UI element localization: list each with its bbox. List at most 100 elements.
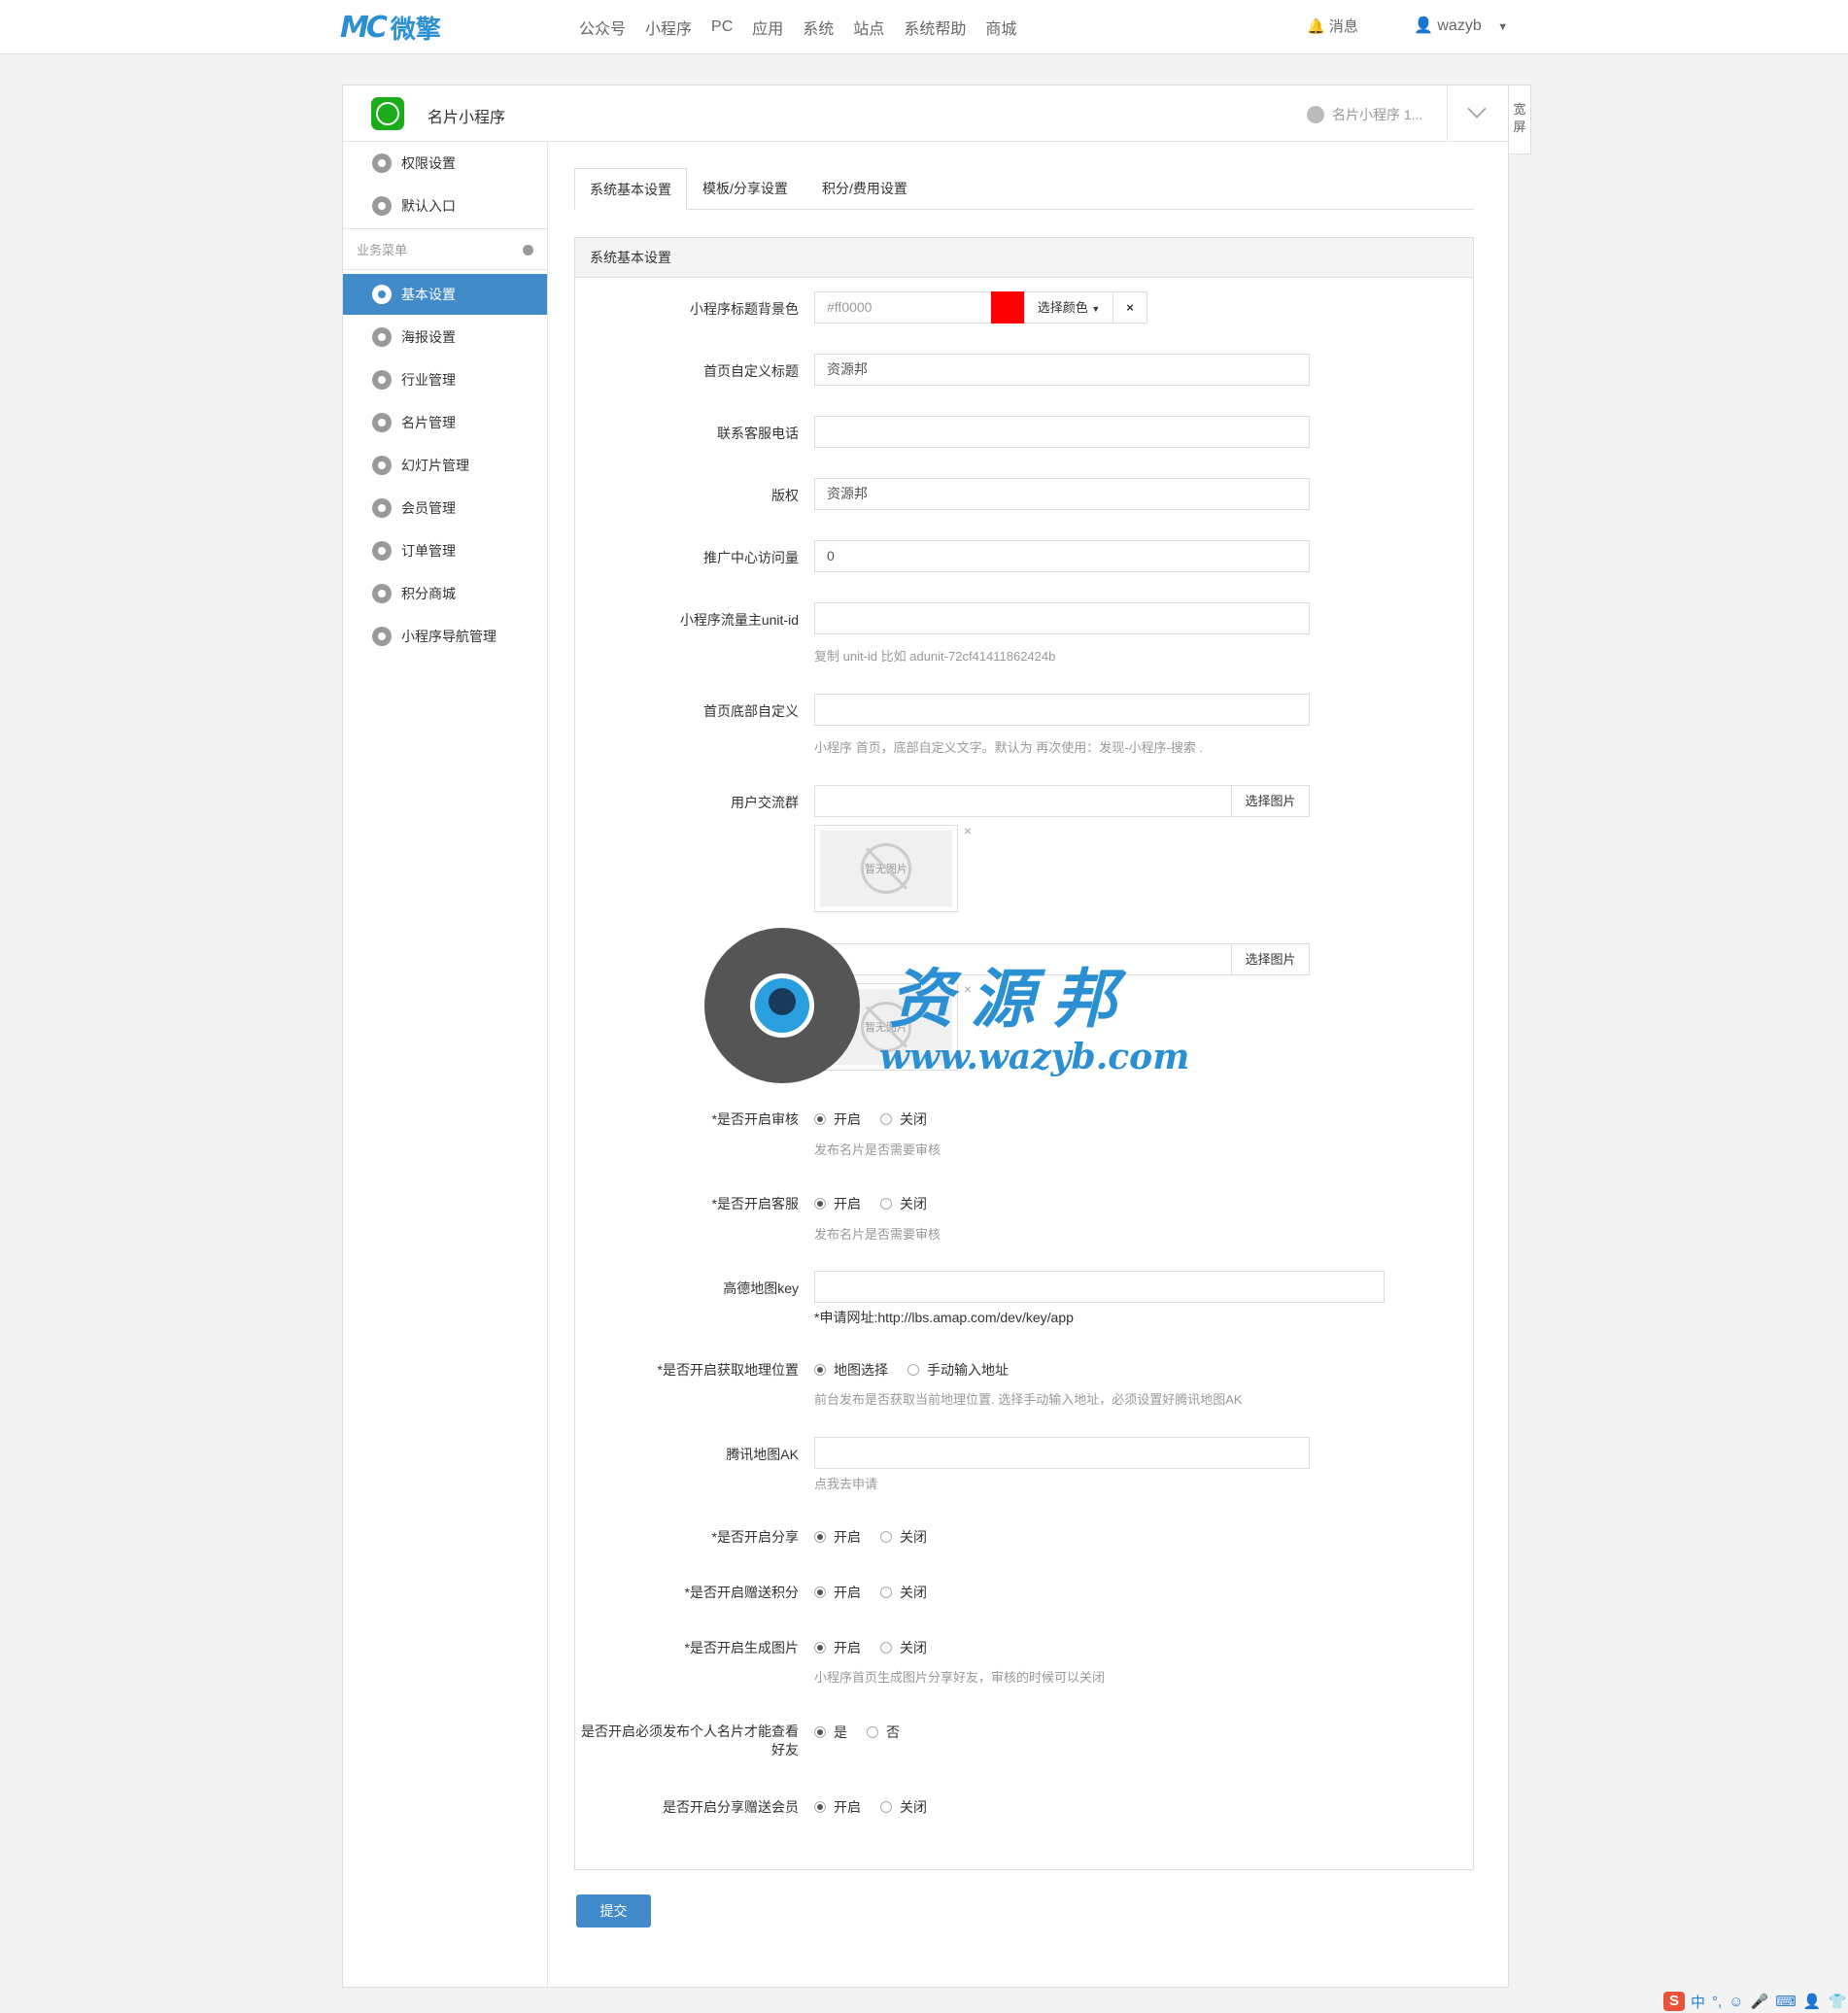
nav-site[interactable]: 站点 <box>853 16 884 39</box>
caret-down-icon: ▼ <box>1497 21 1509 33</box>
group-image-input[interactable] <box>814 785 1232 817</box>
link-icon <box>1307 106 1324 123</box>
nav-official-account[interactable]: 公众号 <box>579 16 626 39</box>
member-on-radio[interactable] <box>814 1801 826 1813</box>
share-on-label: 开启 <box>834 1529 861 1545</box>
service-off-label: 关闭 <box>900 1196 927 1211</box>
ime-mic-icon[interactable]: 🎤 <box>1751 1993 1769 2010</box>
phone-input[interactable] <box>814 416 1310 448</box>
ime-emoji-icon[interactable]: ☺ <box>1728 1994 1743 2010</box>
member-off-radio[interactable] <box>880 1801 892 1813</box>
service-on-radio[interactable] <box>814 1198 826 1210</box>
tencent-apply-link[interactable]: 点我去申请 <box>814 1474 877 1492</box>
visits-input[interactable]: 0 <box>814 540 1310 572</box>
share-off-radio[interactable] <box>880 1531 892 1543</box>
review-on-label: 开启 <box>834 1111 861 1127</box>
group-choose-image-button[interactable]: 选择图片 <box>1231 785 1310 817</box>
chevron-down-icon[interactable] <box>1467 99 1487 119</box>
image-gen-on-radio[interactable] <box>814 1642 826 1654</box>
phone-label: 联系客服电话 <box>717 426 799 441</box>
footer-input[interactable] <box>814 694 1310 726</box>
sidebar-item-cards[interactable]: 名片管理 <box>343 402 547 443</box>
settings-tabs: 系统基本设置 模板/分享设置 积分/费用设置 <box>574 168 1474 210</box>
share-off-label: 关闭 <box>900 1529 927 1545</box>
nav-help[interactable]: 系统帮助 <box>904 16 966 39</box>
sogou-icon[interactable]: S <box>1663 1992 1685 2011</box>
top-nav: 公众号 小程序 PC 应用 系统 站点 系统帮助 商城 <box>579 0 1036 53</box>
sidebar-item-label: 幻灯片管理 <box>401 458 469 473</box>
logo-text: 微擎 <box>390 14 441 44</box>
ime-tray: S 中 °, ☺ 🎤 ⌨ 👤 👕 <box>1663 1990 1848 2013</box>
points-off-radio[interactable] <box>880 1587 892 1598</box>
submit-button[interactable]: 提交 <box>576 1894 651 1928</box>
nav-pc[interactable]: PC <box>711 18 733 36</box>
watermark-gear-icon <box>704 928 860 1083</box>
clear-color-button[interactable]: × <box>1112 291 1147 324</box>
ime-keyboard-icon[interactable]: ⌨ <box>1775 1993 1797 2010</box>
review-on-radio[interactable] <box>814 1113 826 1125</box>
review-off-label: 关闭 <box>900 1111 927 1127</box>
card-required-no-radio[interactable] <box>867 1726 878 1738</box>
sidebar-item-default-entry[interactable]: 默认入口 <box>343 186 547 226</box>
copyright-input[interactable]: 资源邦 <box>814 478 1310 510</box>
tab-basic-settings[interactable]: 系统基本设置 <box>574 168 687 210</box>
review-off-radio[interactable] <box>880 1113 892 1125</box>
card-required-yes-radio[interactable] <box>814 1726 826 1738</box>
choose-color-button[interactable]: 选择颜色 ▼ <box>1024 291 1113 324</box>
ime-chinese-toggle[interactable]: 中 <box>1691 1992 1705 2012</box>
service-off-radio[interactable] <box>880 1198 892 1210</box>
unit-id-label: 小程序流量主unit-id <box>679 612 799 628</box>
sidebar-item-members[interactable]: 会员管理 <box>343 488 547 529</box>
card-required-label-line1: 是否开启必须发布个人名片才能查看 <box>581 1723 799 1739</box>
sidebar-item-slides[interactable]: 幻灯片管理 <box>343 445 547 486</box>
official-choose-image-button[interactable]: 选择图片 <box>1231 943 1310 975</box>
sidebar-item-navigation[interactable]: 小程序导航管理 <box>343 616 547 657</box>
location-manual-label: 手动输入地址 <box>927 1362 1009 1378</box>
user-menu[interactable]: 👤 wazyb ▼ <box>1414 16 1508 35</box>
nav-apps[interactable]: 应用 <box>752 16 783 39</box>
image-gen-off-radio[interactable] <box>880 1642 892 1654</box>
ime-punct-icon[interactable]: °, <box>1712 1994 1722 2010</box>
sidebar-item-industry[interactable]: 行业管理 <box>343 359 547 400</box>
settings-icon[interactable] <box>523 245 533 256</box>
points-on-radio[interactable] <box>814 1587 826 1598</box>
amap-input[interactable] <box>814 1271 1385 1303</box>
nav-mini-program[interactable]: 小程序 <box>645 16 692 39</box>
header-divider <box>1447 85 1448 141</box>
unit-id-input[interactable] <box>814 602 1310 634</box>
watermark-overlay: 资源邦 www.wazyb.com <box>704 928 1189 1088</box>
sidebar-item-basic-settings[interactable]: 基本设置 <box>343 274 547 315</box>
tab-points-fees[interactable]: 积分/费用设置 <box>807 168 922 209</box>
member-radio-group: 开启 关闭 <box>814 1797 946 1817</box>
group-image-label: 用户交流群 <box>731 795 799 810</box>
color-swatch[interactable] <box>991 291 1024 324</box>
sidebar: 权限设置 默认入口 业务菜单 基本设置 海报设置 行业管理 名片管理 幻灯片管理… <box>343 141 548 1987</box>
messages-label: 消息 <box>1328 18 1358 35</box>
tab-template-share[interactable]: 模板/分享设置 <box>688 168 803 209</box>
sidebar-item-poster-settings[interactable]: 海报设置 <box>343 317 547 358</box>
nav-system[interactable]: 系统 <box>803 16 834 39</box>
ime-skin-icon[interactable]: 👕 <box>1829 1993 1847 2010</box>
sidebar-item-label: 积分商城 <box>401 586 456 601</box>
sidebar-item-permissions[interactable]: 权限设置 <box>343 143 547 184</box>
watermark-title: 资源邦 <box>889 961 1134 1037</box>
tencent-input[interactable] <box>814 1437 1310 1469</box>
group-image-remove[interactable]: × <box>964 823 972 838</box>
sidebar-item-points-mall[interactable]: 积分商城 <box>343 573 547 614</box>
app-switcher-label: 名片小程序 1... <box>1332 107 1423 122</box>
caret-down-icon: ▼ <box>1091 304 1101 314</box>
app-switcher[interactable]: 名片小程序 1... <box>1307 105 1422 124</box>
messages-link[interactable]: 🔔 消息 <box>1307 16 1358 36</box>
wide-screen-toggle[interactable]: 宽屏 <box>1508 85 1531 154</box>
bg-color-input[interactable]: #ff0000 <box>814 291 991 324</box>
location-map-radio[interactable] <box>814 1364 826 1376</box>
share-on-radio[interactable] <box>814 1531 826 1543</box>
location-manual-radio[interactable] <box>907 1364 919 1376</box>
nav-store[interactable]: 商城 <box>985 16 1016 39</box>
card-required-no-label: 否 <box>886 1724 900 1740</box>
brand-logo[interactable]: MC 微擎 <box>340 11 441 45</box>
home-title-input[interactable]: 资源邦 <box>814 354 1310 386</box>
ime-user-icon[interactable]: 👤 <box>1803 1993 1822 2010</box>
image-gen-on-label: 开启 <box>834 1640 861 1655</box>
sidebar-item-orders[interactable]: 订单管理 <box>343 530 547 571</box>
